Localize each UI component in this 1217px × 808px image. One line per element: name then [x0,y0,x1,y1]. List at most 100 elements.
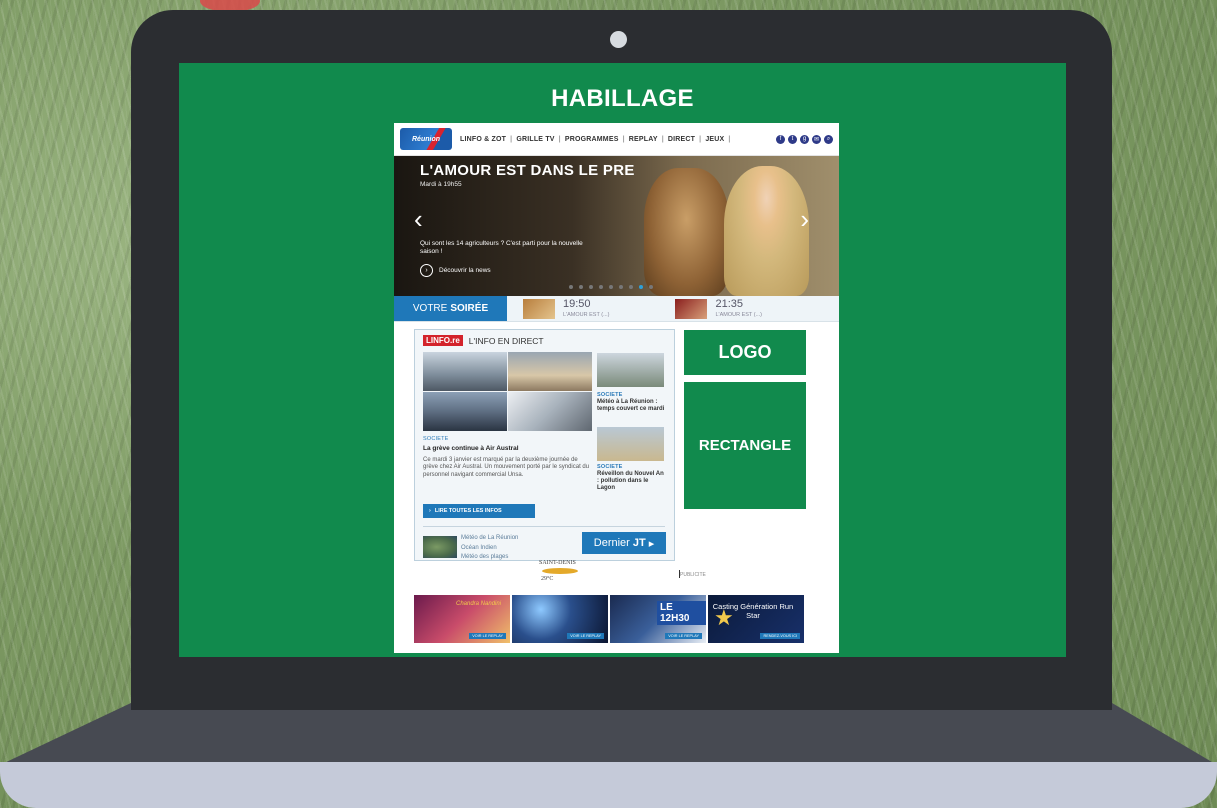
banner-tag: LE 12H30 [657,601,706,625]
dernier-jt-prefix: Dernier [593,537,630,549]
soiree-label-bold: SOIRÉE [450,303,489,314]
facebook-icon[interactable]: f [776,134,785,144]
replay-button[interactable]: VOIR LE REPLAY [469,633,506,639]
replay-banner[interactable]: LE 12H30 VOIR LE REPLAY [610,595,706,643]
nav-separator: | [558,135,561,143]
read-all-label: LIRE TOUTES LES INFOS [434,508,502,514]
hero-cta-label: Découvrir la news [439,267,491,274]
nav-separator: | [510,135,513,143]
replay-button[interactable]: RENDEZ-VOUS ICI [760,633,800,639]
news-photo[interactable] [423,392,507,431]
rectangle-placeholder: RECTANGLE [684,382,806,509]
linfo-logo[interactable]: LINFO.re [423,335,463,346]
slot-time: 21:35 [715,298,744,310]
chevron-right-icon: › [429,508,431,514]
nav-item-programmes[interactable]: PROGRAMMES [565,136,619,143]
nav-separator: | [622,135,625,143]
google-plus-icon[interactable]: g [800,134,809,144]
nav-item-direct[interactable]: DIRECT [668,136,695,143]
banner-casting-text: Casting Génération Run Star [712,602,794,620]
hero-cta-link[interactable]: › Découvrir la news [420,264,491,277]
nav-item-linfo[interactable]: LINFO & ZOT [460,136,506,143]
carousel-dot[interactable] [589,285,593,289]
news-photo-grid[interactable] [423,352,592,431]
votre-soiree-label: VOTRE SOIRÉE [394,296,507,321]
replay-button[interactable]: VOIR LE REPLAY [567,633,604,639]
soiree-label-prefix: VOTRE [412,303,448,314]
side-news-photo[interactable] [597,353,664,387]
site-logo[interactable]: Réunion [400,128,452,150]
slot-title: L'AMOUR EST (...) [715,312,762,318]
mail-icon[interactable]: ✉ [812,134,821,144]
votre-soiree-bar: VOTRE SOIRÉE 19:50 L'AMOUR EST (...) 21:… [394,296,839,322]
news-summary: Ce mardi 3 janvier est marqué par la deu… [423,456,590,479]
hero-image-woman [724,166,809,296]
nav-separator: | [728,135,731,143]
hero-subtitle: Mardi à 19h55 [420,181,462,188]
news-photo[interactable] [508,392,592,431]
carousel-dot[interactable] [569,285,573,289]
meteo-links: Météo de La Réunion Océan Indien Météo d… [461,534,518,563]
program-thumbnail [523,298,555,319]
weather-temperature: 29°C [541,576,554,582]
dernier-jt-bold: JT [632,537,646,549]
replay-banner[interactable]: VOIR LE REPLAY [512,595,608,643]
info-en-direct-box: LINFO.re L'INFO EN DIRECT SOCIETE Météo … [414,329,675,561]
twitter-icon[interactable]: t [788,134,797,144]
news-headline: La grève continue à Air Austral [423,445,519,453]
hero-text: Qui sont les 14 agriculteurs ? C'est par… [420,240,583,256]
nav-separator: | [699,135,702,143]
carousel-dot[interactable] [649,285,653,289]
meteo-map-thumbnail[interactable] [423,536,457,558]
carousel-dot[interactable] [629,285,633,289]
nav-item-jeux[interactable]: JEUX [705,136,724,143]
hero-image-horse [644,168,729,296]
read-all-news-button[interactable]: › LIRE TOUTES LES INFOS [423,504,535,518]
news-headline: Météo à La Réunion : temps couvert ce ma… [597,398,665,412]
hero-carousel[interactable]: L'AMOUR EST DANS LE PRE Mardi à 19h55 ‹ … [394,156,839,296]
carousel-next-icon[interactable]: › [800,204,809,235]
replay-banners: Chandra Nandini VOIR LE REPLAY VOIR LE R… [414,595,804,643]
meteo-link[interactable]: Météo des plages [461,553,518,563]
hero-title: L'AMOUR EST DANS LE PRE [420,162,635,179]
replay-banner[interactable]: Chandra Nandini VOIR LE REPLAY [414,595,510,643]
carousel-dot[interactable] [639,285,643,289]
carousel-dot[interactable] [579,285,583,289]
replay-button[interactable]: VOIR LE REPLAY [665,633,702,639]
soiree-slot[interactable]: 21:35 L'AMOUR EST (...) [675,296,762,321]
replay-banner[interactable]: ★ Casting Génération Run Star RENDEZ-VOU… [708,595,804,643]
laptop-base-slope [0,703,1217,765]
dernier-jt-button[interactable]: Dernier JT ▸ [582,532,666,554]
info-header: LINFO.re L'INFO EN DIRECT [415,330,674,351]
soiree-slot[interactable]: 19:50 L'AMOUR EST (...) [523,296,609,321]
main-news-item[interactable]: SOCIETE La grève continue à Air Austral … [423,436,593,480]
social-icons: f t g ✉ ⌕ [776,134,833,144]
news-photo[interactable] [508,352,592,391]
ad-label: PUBLICITE [680,572,706,578]
weather-city: SAINT-DENIS [539,560,576,566]
slot-title: L'AMOUR EST (...) [563,312,610,318]
banner-title: Chandra Nandini [456,601,502,607]
webcam-icon [610,31,627,48]
site-header: Réunion LINFO & ZOT | GRILLE TV | PROGRAMM… [394,123,839,156]
side-news-photo[interactable] [597,427,664,461]
carousel-dot[interactable] [619,285,623,289]
meteo-link[interactable]: Météo de La Réunion [461,534,518,544]
carousel-dot[interactable] [599,285,603,289]
meteo-link[interactable]: Océan Indien [461,544,518,554]
carousel-dot[interactable] [609,285,613,289]
play-icon: ▸ [648,537,655,550]
news-photo[interactable] [423,352,507,391]
search-icon[interactable]: ⌕ [824,134,833,144]
divider [423,526,665,527]
carousel-dots[interactable] [569,285,653,289]
laptop-base-front [0,762,1217,808]
program-thumbnail [675,298,708,319]
nav-item-replay[interactable]: REPLAY [629,136,658,143]
side-news-item[interactable]: SOCIETE Météo à La Réunion : temps couve… [597,392,667,413]
habillage-label: HABILLAGE [551,85,694,112]
nav-item-grille-tv[interactable]: GRILLE TV [516,136,554,143]
site-nav: LINFO & ZOT | GRILLE TV | PROGRAMMES | REPL… [460,136,731,143]
carousel-prev-icon[interactable]: ‹ [414,204,423,235]
side-news-item[interactable]: SOCIETE Réveillon du Nouvel An : polluti… [597,464,667,492]
